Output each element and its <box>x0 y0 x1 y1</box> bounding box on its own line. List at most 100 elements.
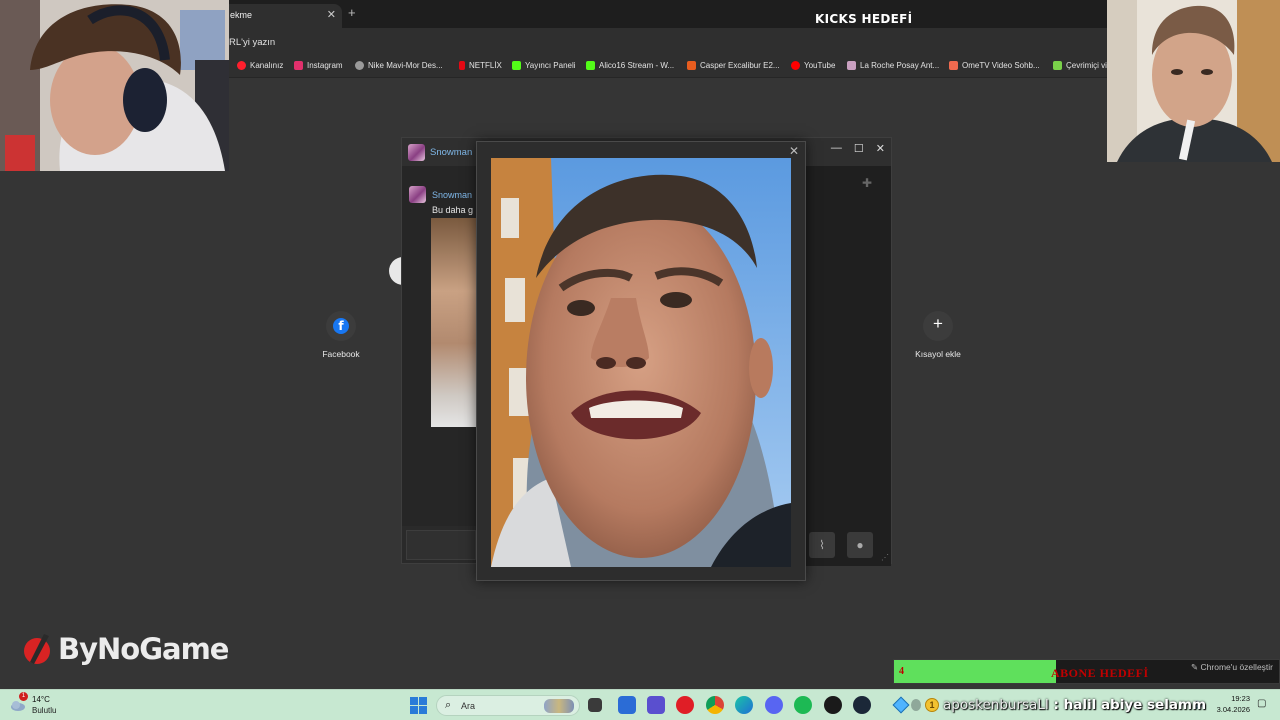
add-user-icon[interactable]: ✚ <box>862 176 872 190</box>
discord-icon[interactable] <box>765 696 783 714</box>
windows-logo-icon <box>410 697 418 705</box>
bookmark-item[interactable]: OmeTV Video Sohb... <box>949 61 1040 70</box>
customize-chrome-label: Chrome'u özelleştir <box>1200 662 1273 672</box>
video-player[interactable] <box>491 158 791 567</box>
brand-logo: ByNoGame <box>22 632 229 666</box>
task-view-icon[interactable] <box>588 698 602 712</box>
shortcut-label: Kısayol ekle <box>915 349 961 359</box>
chat-ticker-text: aposkenbursaLI : halil abiye selamm <box>943 697 1206 713</box>
kicks-goal-title: KICKS HEDEFİ <box>815 12 913 26</box>
video-popup: ✕ <box>476 141 806 581</box>
windows-logo-icon <box>419 706 427 714</box>
chat-input[interactable] <box>406 530 476 560</box>
bookmark-item[interactable]: La Roche Posay Ant... <box>847 61 939 70</box>
youtube-icon <box>791 61 800 70</box>
opera-icon[interactable] <box>676 696 694 714</box>
close-tab-icon[interactable]: ✕ <box>327 4 336 26</box>
spotify-icon[interactable] <box>794 696 812 714</box>
chrome-icon[interactable] <box>706 696 724 714</box>
close-icon[interactable]: ✕ <box>789 144 799 158</box>
taskbar-search[interactable]: ⌕ Ara <box>436 695 580 716</box>
clock-time: 19:23 <box>1231 694 1250 703</box>
brand-logo-text: ByNoGame <box>58 632 229 666</box>
message-image[interactable] <box>431 218 477 427</box>
bookmark-item[interactable]: Kanalınız <box>237 61 283 70</box>
ometv-icon <box>949 61 958 70</box>
bookmark-item[interactable]: YouTube <box>791 61 835 70</box>
webcam-right-image <box>1107 0 1280 162</box>
chat-message: halil abiye selamm <box>1063 697 1207 713</box>
plus-icon: + <box>933 314 943 333</box>
globe-icon <box>355 61 364 70</box>
window-controls: — ☐ ✕ <box>831 142 885 155</box>
gem-icon <box>892 696 910 714</box>
clock-date: 3.04.2026 <box>1216 705 1250 714</box>
weather-temp: 14°C <box>32 695 50 704</box>
steam-icon[interactable] <box>853 696 871 714</box>
new-tab-icon[interactable]: + <box>348 5 356 20</box>
notifications-icon[interactable]: ▢ <box>1257 698 1266 709</box>
bookmark-label: Çevrimiçi vi <box>1066 61 1107 70</box>
teams-icon[interactable] <box>647 696 665 714</box>
shortcut-circle: f <box>326 311 356 341</box>
shortcut-add[interactable]: + Kısayol ekle <box>903 311 973 359</box>
bookmark-item[interactable]: Instagram <box>294 61 343 70</box>
bookmark-item[interactable]: Alico16 Stream - W... <box>586 61 674 70</box>
windows-logo-icon <box>410 706 418 714</box>
notification-badge: 1 <box>19 692 28 701</box>
subscriber-goal-label: ABONE HEDEFİ <box>1051 666 1149 680</box>
customize-chrome-button[interactable]: ✎ Chrome'u özelleştir <box>1191 662 1273 673</box>
cloud-icon: 1 <box>10 692 28 713</box>
bookmark-label: Nike Mavi-Mor Des... <box>368 61 443 70</box>
microphone-icon[interactable]: ● <box>847 532 873 558</box>
chat-separator: : <box>1048 697 1064 713</box>
browser-tab[interactable]: ekme ✕ <box>222 4 342 28</box>
video-frame-image <box>491 158 791 567</box>
message-author: Snowman <box>432 190 473 200</box>
bookmark-label: Casper Excalibur E2... <box>700 61 780 70</box>
tab-title: ekme <box>230 10 253 20</box>
bookmark-item[interactable]: NETFLİX <box>459 61 502 70</box>
edge-icon[interactable] <box>735 696 753 714</box>
resize-handle-icon[interactable]: ⋰ <box>881 553 889 562</box>
avatar <box>409 186 426 203</box>
bookmark-label: Instagram <box>307 61 343 70</box>
coin-icon: 1 <box>925 698 939 712</box>
bookmark-item[interactable]: Casper Excalibur E2... <box>687 61 780 70</box>
shortcut-label: Facebook <box>322 349 360 359</box>
attach-icon[interactable]: ⌇ <box>809 532 835 558</box>
kick-icon <box>512 61 521 70</box>
shortcut-circle: + <box>923 311 953 341</box>
address-input[interactable]: RL'yi yazın <box>229 37 275 48</box>
download-icon <box>1053 61 1062 70</box>
instagram-icon <box>294 61 303 70</box>
webcam-left <box>0 0 229 171</box>
cross-icon <box>847 61 856 70</box>
bookmark-item[interactable]: Nike Mavi-Mor Des... <box>355 61 443 70</box>
webcam-right <box>1107 0 1280 162</box>
bookmark-item[interactable]: Yayıncı Paneli <box>512 61 576 70</box>
netflix-icon <box>459 61 465 70</box>
maximize-icon[interactable]: ☐ <box>854 142 864 155</box>
weather-desc: Bulutlu <box>32 706 57 715</box>
minimize-icon[interactable]: — <box>831 142 842 155</box>
chat-username: aposkenbursaLI <box>943 697 1049 713</box>
bookmark-label: Yayıncı Paneli <box>525 61 576 70</box>
bookmark-label: Kanalınız <box>250 61 284 70</box>
outlook-icon[interactable] <box>618 696 636 714</box>
message-text: Bu daha g <box>432 205 474 215</box>
close-icon[interactable]: ✕ <box>876 142 885 155</box>
subscriber-goal-count: 4 <box>899 666 904 677</box>
webcam-left-image <box>0 0 229 171</box>
desktop-screen: ekme ✕ + KICKS HEDEFİ RL'yi yazın Kanalı… <box>0 0 1280 720</box>
bookmark-item[interactable]: Çevrimiçi vi <box>1053 61 1107 70</box>
badge-icon <box>911 699 921 711</box>
start-button[interactable] <box>410 697 427 714</box>
bookmark-label: YouTube <box>804 61 836 70</box>
obs-icon[interactable] <box>824 696 842 714</box>
search-placeholder: Ara <box>461 701 476 711</box>
weather-widget[interactable]: 1 14°C Bulutlu <box>10 692 57 716</box>
chat-title: Snowman <box>430 147 473 158</box>
shortcut-facebook[interactable]: f Facebook <box>306 311 376 359</box>
kick-icon <box>586 61 595 70</box>
